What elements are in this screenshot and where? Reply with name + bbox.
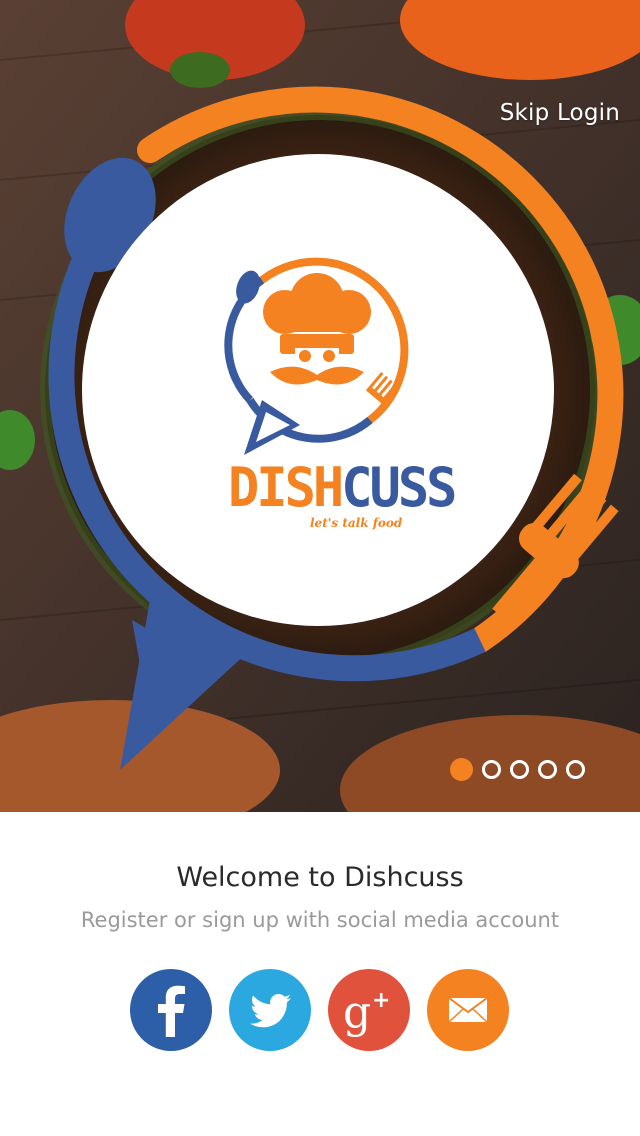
carousel-dot-5[interactable] xyxy=(566,760,585,779)
welcome-subtitle: Register or sign up with social media ac… xyxy=(80,908,560,932)
svg-text:+: + xyxy=(372,988,390,1013)
svg-text:g: g xyxy=(343,987,371,1038)
hero-banner: DISHCUSS let's talk food Skip Login xyxy=(0,0,640,812)
carousel-dot-2[interactable] xyxy=(482,760,501,779)
carousel-dot-3[interactable] xyxy=(510,760,529,779)
social-login-buttons: g + xyxy=(130,969,509,1051)
google-plus-icon: g + xyxy=(343,987,390,1038)
login-panel: Welcome to Dishcuss Register or sign up … xyxy=(0,812,640,1136)
facebook-icon xyxy=(158,985,185,1037)
carousel-dot-4[interactable] xyxy=(538,760,557,779)
facebook-login-button[interactable] xyxy=(130,969,212,1051)
brand-tagline: let's talk food xyxy=(310,516,403,530)
email-login-button[interactable] xyxy=(427,969,509,1051)
skip-login-button[interactable]: Skip Login xyxy=(500,100,620,126)
carousel-dot-1[interactable] xyxy=(450,758,473,781)
carousel-indicator xyxy=(450,758,585,781)
twitter-login-button[interactable] xyxy=(229,969,311,1051)
twitter-icon xyxy=(250,994,291,1028)
brand-part1: DISH xyxy=(228,456,344,520)
brand-wordmark: DISHCUSS xyxy=(228,456,457,520)
mail-icon xyxy=(448,997,488,1023)
brand-part2: CUSS xyxy=(341,456,457,520)
google-plus-login-button[interactable]: g + xyxy=(328,969,410,1051)
welcome-title: Welcome to Dishcuss xyxy=(176,862,464,893)
